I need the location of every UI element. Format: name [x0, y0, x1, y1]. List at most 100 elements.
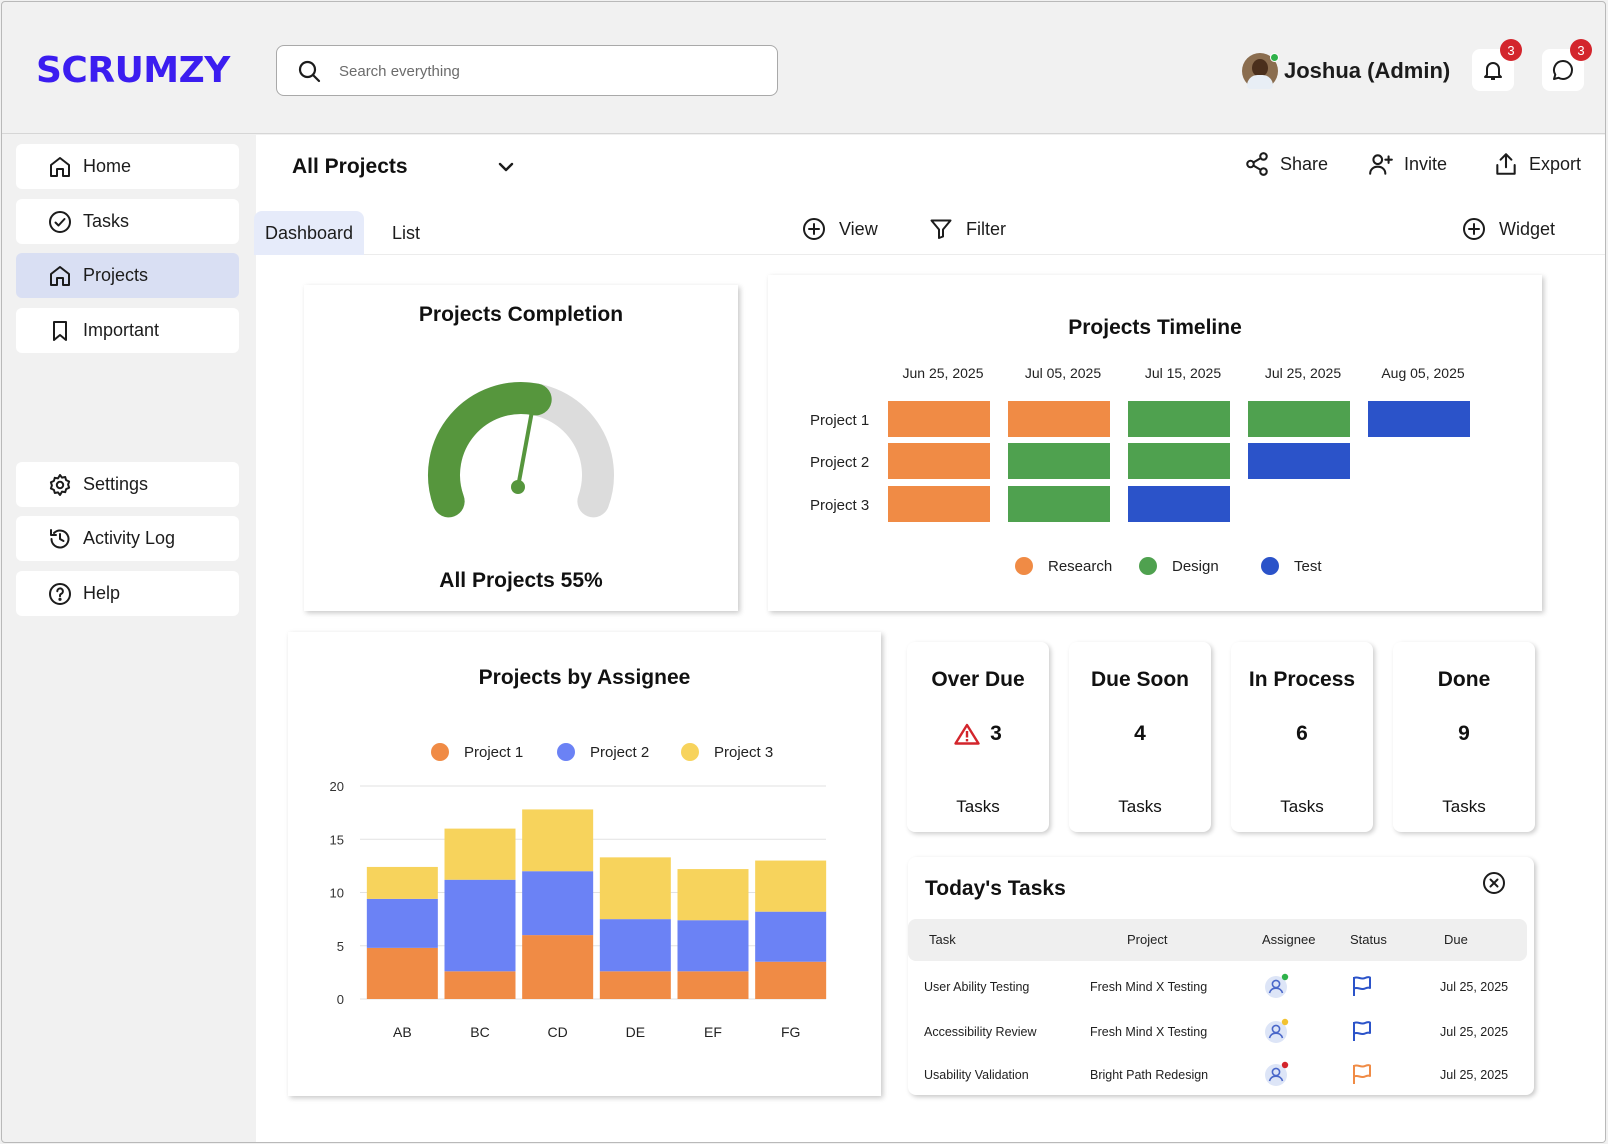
search-icon: [298, 60, 321, 83]
sidebar-item-settings[interactable]: Settings: [16, 462, 239, 507]
main-content: All Projects Share Invite Export Dashboa…: [254, 135, 1605, 1142]
timeline-bar[interactable]: [1128, 443, 1230, 479]
bar-segment[interactable]: [522, 935, 594, 999]
tab-list[interactable]: List: [381, 211, 431, 255]
legend-swatch: [1261, 557, 1279, 575]
bar-segment[interactable]: [366, 898, 438, 948]
stat-card-over-due[interactable]: Over Due 3 Tasks: [907, 642, 1049, 832]
legend-label: Test: [1294, 558, 1322, 575]
task-due: Jul 25, 2025: [1440, 1068, 1509, 1082]
sidebar-item-important[interactable]: Important: [16, 308, 239, 353]
notifications-button[interactable]: 3: [1472, 39, 1522, 91]
tab-dashboard[interactable]: Dashboard: [254, 211, 365, 255]
search-bar[interactable]: [276, 45, 778, 96]
timeline-bar[interactable]: [1368, 401, 1470, 437]
bar-segment[interactable]: [444, 828, 516, 880]
timeline-bar[interactable]: [1008, 486, 1110, 522]
task-name: Accessibility Review: [924, 1025, 1037, 1039]
timeline-bar[interactable]: [888, 401, 990, 437]
stat-title: Over Due: [931, 668, 1025, 691]
add-circle-icon: [1463, 218, 1485, 240]
task-due: Jul 25, 2025: [1440, 980, 1509, 994]
projects-timeline-widget[interactable]: Projects Timeline Jun 25, 2025 Jul 05, 20…: [768, 275, 1542, 611]
bar-segment[interactable]: [599, 857, 671, 920]
stat-value: 4: [1134, 722, 1146, 745]
timeline-date-label: Jun 25, 2025: [903, 365, 984, 381]
projects-by-assignee-widget[interactable]: Projects by Assignee 0 5 10 15 20 AB BC CD DE EF F…: [288, 632, 881, 1096]
bar-segment[interactable]: [755, 860, 827, 912]
timeline-bar[interactable]: [1128, 401, 1230, 437]
history-icon: [50, 528, 70, 548]
timeline-bar[interactable]: [1128, 486, 1230, 522]
flag-icon[interactable]: [1350, 974, 1374, 998]
x-tick-label: CD: [548, 1024, 568, 1040]
bar-segment[interactable]: [677, 971, 749, 999]
timeline-bar[interactable]: [1248, 401, 1350, 437]
project-selector[interactable]: All Projects: [292, 155, 514, 179]
assignee-avatar-icon[interactable]: [1264, 1061, 1292, 1089]
bar-segment[interactable]: [444, 971, 516, 999]
bar-segment[interactable]: [755, 961, 827, 999]
close-icon[interactable]: [1482, 871, 1506, 895]
chevron-down-icon[interactable]: [494, 155, 518, 179]
view-button[interactable]: View: [802, 217, 878, 241]
bar-segment[interactable]: [444, 879, 516, 972]
invite-button[interactable]: Invite: [1368, 151, 1447, 177]
add-widget-button[interactable]: Widget: [1462, 217, 1555, 241]
stat-card-done[interactable]: Done 9 Tasks: [1393, 642, 1535, 832]
flag-icon[interactable]: [1350, 1019, 1374, 1043]
table-row[interactable]: Usability Validation Bright Path Redesign…: [908, 1055, 1534, 1095]
stat-card-in-process[interactable]: In Process 6 Tasks: [1231, 642, 1373, 832]
legend-swatch: [1139, 557, 1157, 575]
share-label: Share: [1280, 153, 1329, 174]
timeline-bar[interactable]: [1248, 443, 1350, 479]
add-user-icon: [1369, 154, 1393, 175]
timeline-bar[interactable]: [1008, 401, 1110, 437]
assignee-avatar-icon[interactable]: [1264, 973, 1292, 1001]
bar-segment[interactable]: [755, 911, 827, 962]
stat-value: 9: [1458, 722, 1470, 745]
chat-icon: [1552, 59, 1573, 80]
legend-label: Project 2: [590, 744, 649, 761]
avatar[interactable]: [1242, 53, 1279, 89]
bar-segment[interactable]: [677, 920, 749, 972]
flag-icon[interactable]: [1350, 1062, 1374, 1086]
bar-segment[interactable]: [522, 871, 594, 936]
sidebar-item-help[interactable]: Help: [16, 571, 239, 616]
timeline-bar[interactable]: [1008, 443, 1110, 479]
message-count-badge: 3: [1570, 39, 1592, 61]
filter-button[interactable]: Filter: [929, 217, 1006, 241]
sidebar-item-label: Activity Log: [83, 528, 176, 548]
timeline-project-label: Project 1: [810, 412, 869, 429]
bar-segment[interactable]: [366, 947, 438, 999]
home-icon: [50, 156, 70, 177]
app-logo[interactable]: SCRUMZY: [36, 50, 230, 91]
user-profile[interactable]: Joshua (Admin): [1242, 52, 1450, 90]
bar-segment[interactable]: [599, 971, 671, 999]
sidebar-item-home[interactable]: Home: [16, 144, 239, 189]
timeline-date-label: Jul 15, 2025: [1145, 365, 1221, 381]
bar-segment[interactable]: [677, 869, 749, 921]
timeline-bar[interactable]: [888, 486, 990, 522]
table-row[interactable]: User Ability Testing Fresh Mind X Testing…: [908, 967, 1534, 1007]
search-input[interactable]: [339, 59, 739, 83]
sidebar-item-activity-log[interactable]: Activity Log: [16, 516, 239, 561]
assignee-avatar-icon[interactable]: [1264, 1018, 1292, 1046]
bar-segment[interactable]: [522, 809, 594, 872]
bar-segment[interactable]: [599, 919, 671, 972]
timeline-date-label: Aug 05, 2025: [1381, 365, 1465, 381]
sidebar-item-tasks[interactable]: Tasks: [16, 199, 239, 244]
sidebar-item-projects[interactable]: Projects: [16, 253, 239, 298]
timeline-bar[interactable]: [888, 443, 990, 479]
bar-segment[interactable]: [366, 866, 438, 899]
todays-tasks-widget[interactable]: Today's Tasks Task Project Assignee Stat…: [908, 857, 1534, 1095]
export-button[interactable]: Export: [1493, 151, 1581, 177]
share-button[interactable]: Share: [1244, 151, 1328, 177]
stat-card-due-soon[interactable]: Due Soon 4 Tasks: [1069, 642, 1211, 832]
messages-button[interactable]: 3: [1542, 39, 1592, 91]
bookmark-icon: [53, 320, 67, 341]
projects-completion-widget[interactable]: Projects Completion All Projects 55%: [304, 285, 738, 611]
x-tick-label: BC: [470, 1024, 489, 1040]
table-row[interactable]: Accessibility Review Fresh Mind X Testing…: [908, 1012, 1534, 1052]
widget-title: Projects Completion: [418, 303, 624, 326]
